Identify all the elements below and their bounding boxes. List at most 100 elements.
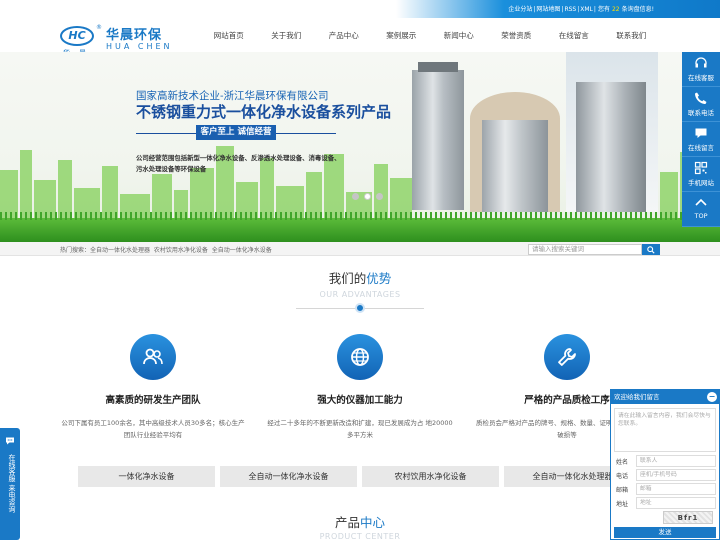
hot-search-item[interactable]: 全自动一体化水处理器 (90, 247, 150, 254)
tool-label: 在线留言 (688, 144, 714, 152)
nav-contact[interactable]: 联系我们 (603, 30, 661, 41)
captcha-image[interactable]: Bfr1 (663, 511, 713, 524)
advantage-title: 高素质的研发生产团队 (105, 395, 201, 406)
slider-dot[interactable] (376, 193, 383, 200)
grass-illustration (0, 212, 720, 242)
nav-home[interactable]: 网站首页 (200, 30, 258, 41)
message-panel: 欢迎给我们留言 − 请在此输入留言内容，我们会尽快与您联系。 姓名 联系人 电话… (610, 389, 720, 540)
advantages-title-b: 优势 (366, 271, 392, 286)
nav-products[interactable]: 产品中心 (315, 30, 373, 41)
email-field[interactable]: 邮箱 (636, 483, 716, 495)
top-bar: 企业分站|网站地图|RSS|XML| 您有 22 条询盘信息! (0, 0, 720, 18)
advantage-card: 强大的仪器加工能力 经过二十多年的不断更新改造和扩建，现已发展成为占 地2000… (265, 334, 455, 441)
left-service-tab[interactable]: 在线客服 来电咨询 (0, 428, 20, 540)
inquiry-prefix: 您有 (597, 6, 610, 13)
tool-phone[interactable]: 联系电话 (682, 87, 720, 122)
name-field[interactable]: 联系人 (636, 455, 716, 467)
tool-mobile-site[interactable]: 手机网站 (682, 157, 720, 192)
link-rss[interactable]: RSS (564, 6, 576, 13)
category-tabs: 一体化净水设备 全自动一体化净水设备 农村饮用水净化设备 全自动一体化水处理器 (78, 466, 641, 487)
main-nav: 网站首页 关于我们 产品中心 案例展示 新闻中心 荣誉资质 在线留言 联系我们 (200, 30, 660, 41)
category-tab[interactable]: 农村饮用水净化设备 (362, 466, 499, 487)
search-button[interactable] (642, 244, 660, 255)
tool-message[interactable]: 在线留言 (682, 122, 720, 157)
message-panel-header: 欢迎给我们留言 − (611, 390, 719, 404)
inquiry-notice[interactable]: 您有 22 条询盘信息! (597, 6, 655, 13)
logo-cn-name: 华晨环保 (106, 28, 163, 43)
send-button[interactable]: 发送 (614, 527, 716, 538)
inquiry-count: 22 (611, 6, 620, 13)
phone-field[interactable]: 座机/手机号码 (636, 469, 716, 481)
wrench-icon (544, 334, 590, 380)
link-substation[interactable]: 企业分站 (508, 6, 532, 13)
field-label: 电话 (616, 473, 629, 480)
link-xml[interactable]: XML (580, 6, 593, 13)
team-icon (130, 334, 176, 380)
equipment-photo-3 (566, 52, 658, 212)
message-content-field[interactable]: 请在此输入留言内容，我们会尽快与您联系。 (614, 408, 716, 452)
top-links: 企业分站|网站地图|RSS|XML| 您有 22 条询盘信息! (508, 6, 655, 13)
hero-banner[interactable]: 国家高新技术企业-浙江华晨环保有限公司 不锈钢重力式一体化净水设备系列产品 客户… (0, 52, 720, 242)
search-icon (647, 245, 655, 254)
category-tab[interactable]: 全自动一体化净水设备 (220, 466, 357, 487)
form-row-email: 邮箱 邮箱 (614, 483, 716, 495)
advantages-title-a: 我们的 (328, 271, 367, 286)
headset-icon (695, 57, 707, 68)
tool-online-service[interactable]: 在线客服 (682, 52, 720, 87)
nav-about[interactable]: 关于我们 (258, 30, 316, 41)
hot-search-item[interactable]: 全自动一体化净水设备 (212, 247, 272, 254)
advantages-title: 我们的优势 (0, 268, 720, 287)
banner-description: 公司经营范围包括新型一体化净水设备、反渗透水处理设备、消毒设备、污水处理设备等环… (136, 154, 341, 173)
banner-headline: 不锈钢重力式一体化净水设备系列产品 (136, 103, 392, 121)
advantage-title: 强大的仪器加工能力 (317, 395, 403, 406)
search-bar: 热门搜索：全自动一体化水处理器 农村饮用水净化设备 全自动一体化净水设备 请输入… (0, 242, 720, 256)
slider-dot[interactable] (352, 193, 359, 200)
category-tab[interactable]: 一体化净水设备 (78, 466, 215, 487)
products-title-a: 产品 (334, 515, 360, 530)
nav-message[interactable]: 在线留言 (545, 30, 603, 41)
message-panel-title: 欢迎给我们留言 (614, 393, 660, 401)
phone-icon (695, 92, 707, 104)
advantages-subtitle: OUR ADVANTAGES (319, 290, 401, 299)
hot-search-item[interactable]: 农村饮用水净化设备 (154, 247, 208, 254)
link-sitemap[interactable]: 网站地图 (536, 6, 560, 13)
globe-icon (337, 334, 383, 380)
equipment-photo-2 (470, 92, 560, 212)
chat-bubble-icon (6, 437, 14, 445)
advantage-card: 高素质的研发生产团队 公司下属有员工100余名，其中高级技术人员30多名；核心生… (58, 334, 248, 441)
site-header: HC ® 华晨 华晨环保 HUA CHEN 网站首页 关于我们 产品中心 案例展… (0, 18, 720, 57)
form-row-address: 地址 地址 (614, 497, 716, 509)
minimize-icon[interactable]: − (707, 392, 717, 402)
advantage-desc: 公司下属有员工100余名，其中高级技术人员30多名；核心生产团队行业经验平均有 (61, 419, 245, 439)
field-label: 邮箱 (616, 487, 629, 494)
tool-label: 手机网站 (688, 179, 714, 187)
inquiry-suffix: 条询盘信息! (621, 6, 654, 13)
tool-back-to-top[interactable]: TOP (682, 192, 720, 227)
nav-cases[interactable]: 案例展示 (373, 30, 431, 41)
form-row-name: 姓名 联系人 (614, 455, 716, 467)
tool-label: 联系电话 (688, 109, 714, 117)
advantages-bullet (355, 303, 365, 313)
hot-search-label: 热门搜索： (60, 247, 91, 254)
tool-label: TOP (694, 212, 708, 220)
right-toolbar: 在线客服 联系电话 在线留言 手机网站 TOP (682, 52, 720, 227)
slider-dots (352, 193, 383, 200)
banner-slogan: 客户至上 诚信经营 (196, 125, 276, 140)
logo-mark: HC (60, 26, 94, 46)
products-title-b: 中心 (360, 515, 386, 530)
search-input[interactable]: 请输入搜索关键词 (528, 244, 642, 255)
field-label: 姓名 (616, 459, 629, 466)
field-label: 地址 (616, 501, 629, 508)
advantage-desc: 经过二十多年的不断更新改造和扩建，现已发展成为占 地20000多平方米 (267, 419, 453, 439)
nav-news[interactable]: 新闻中心 (430, 30, 488, 41)
address-field[interactable]: 地址 (636, 497, 716, 509)
left-tab-label: 在线客服 来电咨询 (8, 454, 16, 513)
arrow-up-icon (695, 198, 707, 206)
form-row-phone: 电话 座机/手机号码 (614, 469, 716, 481)
slider-dot-active[interactable] (364, 193, 371, 200)
chat-icon (695, 128, 707, 138)
qrcode-icon (694, 161, 708, 175)
logo-en-name: HUA CHEN (106, 42, 173, 51)
hot-search: 热门搜索：全自动一体化水处理器 农村饮用水净化设备 全自动一体化净水设备 (60, 245, 272, 254)
nav-honors[interactable]: 荣誉资质 (488, 30, 546, 41)
